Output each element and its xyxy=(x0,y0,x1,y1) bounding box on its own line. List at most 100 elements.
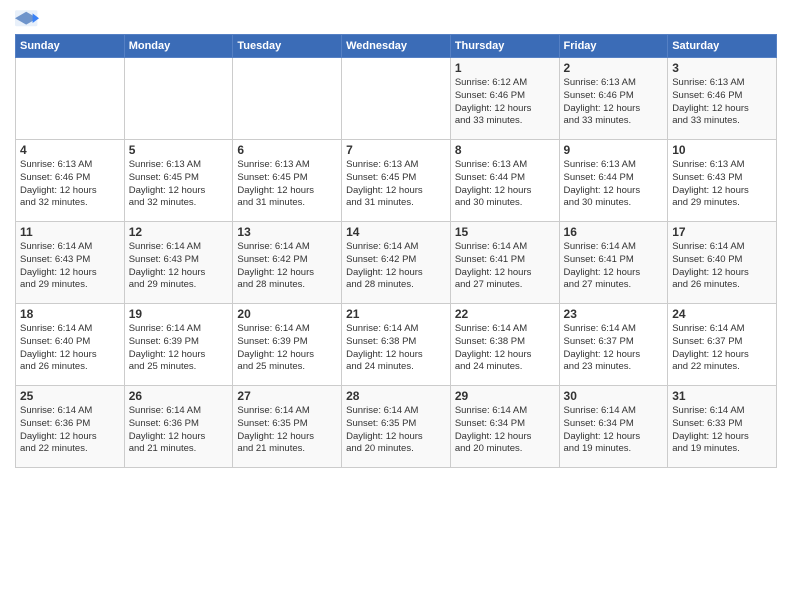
day-number: 6 xyxy=(237,143,337,157)
calendar-cell: 29 Sunrise: 6:14 AM Sunset: 6:34 PM Dayli… xyxy=(450,386,559,468)
day-info: Sunrise: 6:14 AM Sunset: 6:34 PM Dayligh… xyxy=(564,405,664,456)
calendar-cell: 23 Sunrise: 6:14 AM Sunset: 6:37 PM Dayli… xyxy=(559,304,668,386)
calendar-cell: 30 Sunrise: 6:14 AM Sunset: 6:34 PM Dayli… xyxy=(559,386,668,468)
day-number: 15 xyxy=(455,225,555,239)
day-number: 7 xyxy=(346,143,446,157)
calendar-cell: 22Sunrise: 6:14 AM Sunset: 6:38 PM Dayli… xyxy=(450,304,559,386)
day-number: 21 xyxy=(346,307,446,321)
calendar-cell: 25Sunrise: 6:14 AM Sunset: 6:36 PM Dayli… xyxy=(16,386,125,468)
day-number: 27 xyxy=(237,389,337,403)
calendar-header: SundayMondayTuesdayWednesdayThursdayFrid… xyxy=(16,35,777,58)
calendar-cell: 6Sunrise: 6:13 AM Sunset: 6:45 PM Daylig… xyxy=(233,140,342,222)
calendar-cell: 11 Sunrise: 6:14 AM Sunset: 6:43 PM Dayli… xyxy=(16,222,125,304)
day-info: Sunrise: 6:13 AM Sunset: 6:45 PM Dayligh… xyxy=(346,159,446,210)
header xyxy=(15,10,777,28)
day-number: 20 xyxy=(237,307,337,321)
calendar-cell: 26Sunrise: 6:14 AM Sunset: 6:36 PM Dayli… xyxy=(124,386,233,468)
calendar-cell: 27 Sunrise: 6:14 AM Sunset: 6:35 PM Dayli… xyxy=(233,386,342,468)
day-info: Sunrise: 6:14 AM Sunset: 6:39 PM Dayligh… xyxy=(129,323,229,374)
calendar-cell: 8 Sunrise: 6:13 AM Sunset: 6:44 PM Daylig… xyxy=(450,140,559,222)
day-number: 12 xyxy=(129,225,229,239)
day-number: 2 xyxy=(564,61,664,75)
day-info: Sunrise: 6:14 AM Sunset: 6:39 PM Dayligh… xyxy=(237,323,337,374)
calendar-cell: 28 Sunrise: 6:14 AM Sunset: 6:35 PM Dayli… xyxy=(342,386,451,468)
calendar-cell xyxy=(342,58,451,140)
day-number: 11 xyxy=(20,225,120,239)
day-info: Sunrise: 6:14 AM Sunset: 6:37 PM Dayligh… xyxy=(564,323,664,374)
day-number: 28 xyxy=(346,389,446,403)
weekday-header: Thursday xyxy=(450,35,559,58)
day-number: 17 xyxy=(672,225,772,239)
day-number: 30 xyxy=(564,389,664,403)
day-info: Sunrise: 6:14 AM Sunset: 6:36 PM Dayligh… xyxy=(129,405,229,456)
day-number: 14 xyxy=(346,225,446,239)
calendar-cell: 16 Sunrise: 6:14 AM Sunset: 6:41 PM Dayli… xyxy=(559,222,668,304)
calendar-cell: 21 Sunrise: 6:14 AM Sunset: 6:38 PM Dayli… xyxy=(342,304,451,386)
calendar-cell: 12Sunrise: 6:14 AM Sunset: 6:43 PM Dayli… xyxy=(124,222,233,304)
day-info: Sunrise: 6:14 AM Sunset: 6:40 PM Dayligh… xyxy=(20,323,120,374)
calendar-cell: 1Sunrise: 6:12 AM Sunset: 6:46 PM Daylig… xyxy=(450,58,559,140)
weekday-header: Monday xyxy=(124,35,233,58)
calendar-cell: 9 Sunrise: 6:13 AM Sunset: 6:44 PM Daylig… xyxy=(559,140,668,222)
day-info: Sunrise: 6:14 AM Sunset: 6:35 PM Dayligh… xyxy=(346,405,446,456)
calendar-cell xyxy=(124,58,233,140)
day-number: 8 xyxy=(455,143,555,157)
day-info: Sunrise: 6:14 AM Sunset: 6:36 PM Dayligh… xyxy=(20,405,120,456)
calendar-cell: 18 Sunrise: 6:14 AM Sunset: 6:40 PM Dayli… xyxy=(16,304,125,386)
calendar-body: 1Sunrise: 6:12 AM Sunset: 6:46 PM Daylig… xyxy=(16,58,777,468)
day-info: Sunrise: 6:14 AM Sunset: 6:42 PM Dayligh… xyxy=(346,241,446,292)
day-info: Sunrise: 6:14 AM Sunset: 6:34 PM Dayligh… xyxy=(455,405,555,456)
calendar-cell: 3 Sunrise: 6:13 AM Sunset: 6:46 PM Daylig… xyxy=(668,58,777,140)
day-info: Sunrise: 6:13 AM Sunset: 6:46 PM Dayligh… xyxy=(672,77,772,128)
main-container: SundayMondayTuesdayWednesdayThursdayFrid… xyxy=(0,0,792,612)
calendar-week-row: 4 Sunrise: 6:13 AM Sunset: 6:46 PM Daylig… xyxy=(16,140,777,222)
calendar-cell: 2 Sunrise: 6:13 AM Sunset: 6:46 PM Daylig… xyxy=(559,58,668,140)
day-info: Sunrise: 6:14 AM Sunset: 6:41 PM Dayligh… xyxy=(564,241,664,292)
calendar-cell: 15 Sunrise: 6:14 AM Sunset: 6:41 PM Dayli… xyxy=(450,222,559,304)
day-number: 13 xyxy=(237,225,337,239)
calendar-cell: 17 Sunrise: 6:14 AM Sunset: 6:40 PM Dayli… xyxy=(668,222,777,304)
day-info: Sunrise: 6:13 AM Sunset: 6:44 PM Dayligh… xyxy=(455,159,555,210)
calendar-cell: 5Sunrise: 6:13 AM Sunset: 6:45 PM Daylig… xyxy=(124,140,233,222)
weekday-header: Friday xyxy=(559,35,668,58)
day-number: 4 xyxy=(20,143,120,157)
weekday-row: SundayMondayTuesdayWednesdayThursdayFrid… xyxy=(16,35,777,58)
weekday-header: Tuesday xyxy=(233,35,342,58)
day-number: 23 xyxy=(564,307,664,321)
calendar-cell: 4 Sunrise: 6:13 AM Sunset: 6:46 PM Daylig… xyxy=(16,140,125,222)
weekday-header: Saturday xyxy=(668,35,777,58)
day-number: 22 xyxy=(455,307,555,321)
day-info: Sunrise: 6:12 AM Sunset: 6:46 PM Dayligh… xyxy=(455,77,555,128)
day-number: 19 xyxy=(129,307,229,321)
day-info: Sunrise: 6:13 AM Sunset: 6:43 PM Dayligh… xyxy=(672,159,772,210)
day-number: 3 xyxy=(672,61,772,75)
weekday-header: Sunday xyxy=(16,35,125,58)
day-number: 9 xyxy=(564,143,664,157)
calendar-cell: 24Sunrise: 6:14 AM Sunset: 6:37 PM Dayli… xyxy=(668,304,777,386)
calendar-cell: 13Sunrise: 6:14 AM Sunset: 6:42 PM Dayli… xyxy=(233,222,342,304)
day-info: Sunrise: 6:14 AM Sunset: 6:41 PM Dayligh… xyxy=(455,241,555,292)
calendar-week-row: 1Sunrise: 6:12 AM Sunset: 6:46 PM Daylig… xyxy=(16,58,777,140)
day-info: Sunrise: 6:14 AM Sunset: 6:38 PM Dayligh… xyxy=(346,323,446,374)
day-number: 16 xyxy=(564,225,664,239)
day-number: 18 xyxy=(20,307,120,321)
day-info: Sunrise: 6:13 AM Sunset: 6:46 PM Dayligh… xyxy=(20,159,120,210)
calendar-cell: 20 Sunrise: 6:14 AM Sunset: 6:39 PM Dayli… xyxy=(233,304,342,386)
calendar-cell: 7 Sunrise: 6:13 AM Sunset: 6:45 PM Daylig… xyxy=(342,140,451,222)
day-info: Sunrise: 6:13 AM Sunset: 6:46 PM Dayligh… xyxy=(564,77,664,128)
day-info: Sunrise: 6:14 AM Sunset: 6:33 PM Dayligh… xyxy=(672,405,772,456)
day-info: Sunrise: 6:13 AM Sunset: 6:44 PM Dayligh… xyxy=(564,159,664,210)
day-info: Sunrise: 6:13 AM Sunset: 6:45 PM Dayligh… xyxy=(129,159,229,210)
day-info: Sunrise: 6:14 AM Sunset: 6:35 PM Dayligh… xyxy=(237,405,337,456)
calendar-week-row: 18 Sunrise: 6:14 AM Sunset: 6:40 PM Dayli… xyxy=(16,304,777,386)
logo-icon xyxy=(15,10,39,28)
calendar-table: SundayMondayTuesdayWednesdayThursdayFrid… xyxy=(15,34,777,468)
day-number: 29 xyxy=(455,389,555,403)
day-number: 31 xyxy=(672,389,772,403)
day-info: Sunrise: 6:14 AM Sunset: 6:37 PM Dayligh… xyxy=(672,323,772,374)
calendar-cell: 14 Sunrise: 6:14 AM Sunset: 6:42 PM Dayli… xyxy=(342,222,451,304)
calendar-cell xyxy=(233,58,342,140)
day-info: Sunrise: 6:14 AM Sunset: 6:40 PM Dayligh… xyxy=(672,241,772,292)
day-number: 10 xyxy=(672,143,772,157)
day-info: Sunrise: 6:14 AM Sunset: 6:43 PM Dayligh… xyxy=(20,241,120,292)
